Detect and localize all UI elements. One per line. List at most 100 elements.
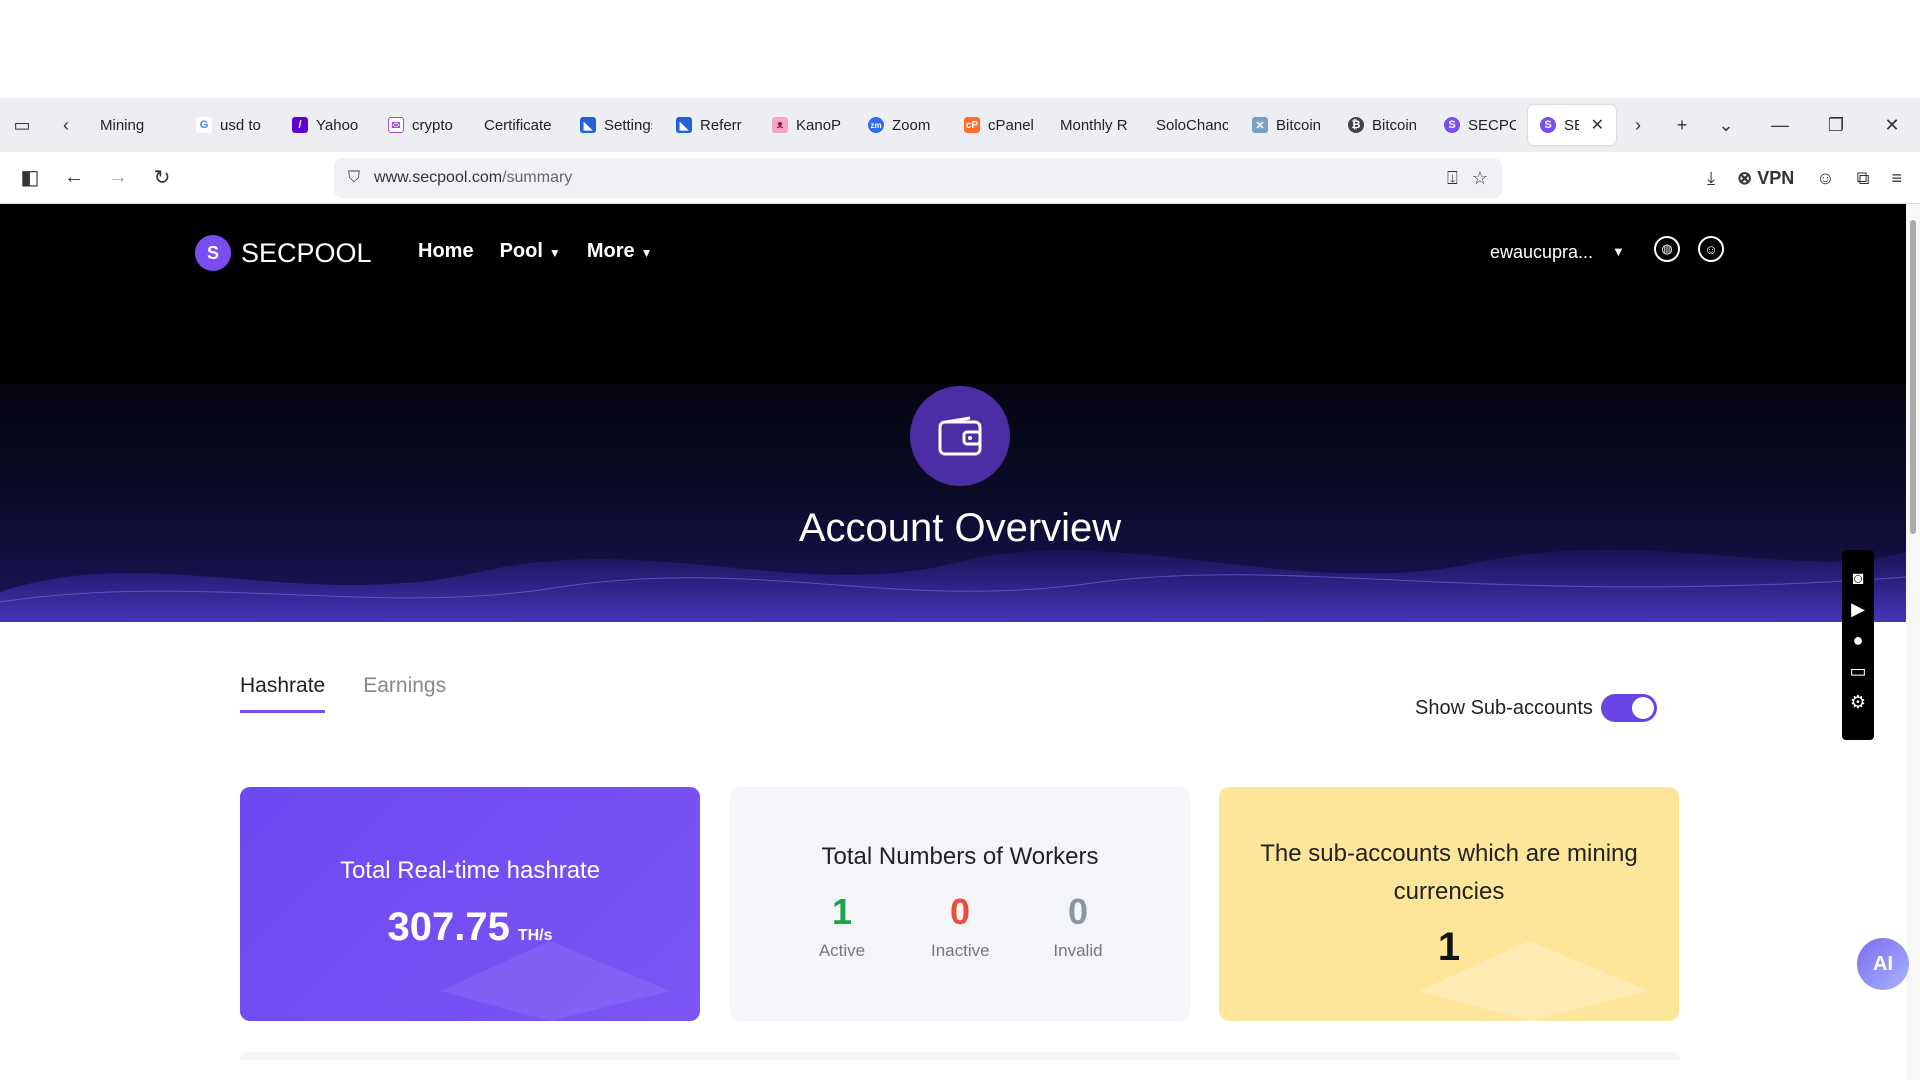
secpool-icon: S [1444,117,1460,133]
browser-tab[interactable]: ᴥ KanoP [760,105,856,145]
caret-down-icon: ▼ [640,246,653,260]
window-icon[interactable]: ▭ [1849,661,1866,682]
browser-tab[interactable]: S SECPC [1432,105,1528,145]
tab-earnings[interactable]: Earnings [363,674,446,713]
browser-tab-label: Bitcoin [1276,116,1322,134]
workers-inactive[interactable]: 0 Inactive [931,891,990,961]
workers-active-label: Active [818,941,866,960]
browser-tab-label: Settings [604,116,652,134]
cat-icon: ᴥ [772,117,788,133]
hashrate-value-row: 307.75 TH/s [240,905,700,950]
sidebar-toggle-icon[interactable]: ◧ [8,156,52,200]
menu-icon[interactable]: ≡ [1891,168,1902,189]
browser-tab[interactable]: SoloChanc [1144,105,1240,145]
tab-list-chevron-icon[interactable]: ⌄ [1704,103,1748,147]
browser-tab[interactable]: G usd to [184,105,280,145]
bookmark-star-icon[interactable]: ☆ [1472,168,1488,189]
tabs-scroll-left-icon[interactable]: ‹ [44,103,88,147]
restore-icon[interactable]: ❐ [1808,98,1864,152]
url-path: /summary [502,169,573,186]
back-icon[interactable]: ← [52,156,96,200]
browser-tab[interactable]: ₿ Bitcoin [1336,105,1432,145]
next-section-edge [240,1052,1680,1060]
browser-tab[interactable]: / Yahoo [280,105,376,145]
workers-title: Total Numbers of Workers [821,843,1099,870]
account-icon[interactable]: ☺ [1698,236,1724,262]
tabs-scroll-right-icon[interactable]: › [1616,103,1660,147]
browser-tab[interactable]: Mining [88,105,184,145]
install-app-icon[interactable]: ⍗ [1447,168,1458,189]
show-subaccounts-toggle[interactable] [1600,694,1657,722]
caret-down-icon: ▼ [548,246,561,260]
bitcoin-icon: ✕ [1252,117,1268,133]
capture-toolbar: ◙ ▶ ● ▭ ⚙ [1842,550,1874,740]
reload-icon[interactable]: ↻ [140,156,184,200]
tab-overview-icon[interactable]: ▭ [0,103,44,147]
microphone-icon[interactable]: ● [1853,630,1864,651]
user-caret-down-icon[interactable]: ▼ [1612,244,1625,259]
browser-tab-label: Bitcoin [1372,116,1418,134]
minimize-icon[interactable]: — [1752,98,1808,152]
subaccounts-value: 1 [1437,925,1461,969]
browser-tab[interactable]: ✕ Bitcoin [1240,105,1336,145]
page-title: Account Overview [798,506,1122,550]
browser-tab[interactable]: ◣ Settings [568,105,664,145]
scrollbar[interactable] [1906,204,1920,1080]
browser-tab-label: KanoP [796,116,842,134]
secpool-icon: S [1540,117,1556,133]
menu-more[interactable]: More ▼ [587,240,653,263]
bitcoin-icon: ₿ [1348,117,1364,133]
logo-text: SECPOOL [241,237,372,268]
workers-invalid[interactable]: 0 Invalid [1049,891,1107,961]
profile-icon[interactable]: ☺ [1816,168,1834,189]
camera-icon[interactable]: ◙ [1853,568,1864,589]
browser-tab[interactable]: ✉ crypto [376,105,472,145]
vpn-button[interactable]: ⊗ VPN [1737,168,1794,189]
top-blank-area [0,0,1920,98]
browser-nav-bar: ◧ ← → ↻ ⛉ www.secpool.com /summary ⍗ ☆ ⤓… [0,152,1920,204]
menu-pool-label: Pool [499,240,543,262]
url-host: www.secpool.com [374,169,503,186]
menu-home[interactable]: Home [418,240,474,263]
close-tab-icon[interactable]: ✕ [1591,115,1604,135]
browser-tab-label: Zoom [892,116,931,134]
browser-tab-label: Yahoo [316,116,359,134]
menu-pool[interactable]: Pool ▼ [500,240,561,263]
browser-tab-label: SEC [1564,116,1579,134]
extensions-icon[interactable]: ⧉ [1857,168,1870,189]
browser-tab-label: Mining [100,116,145,134]
browser-tab-label: usd to [220,116,261,134]
address-bar[interactable]: ⛉ www.secpool.com /summary ⍗ ☆ [334,158,1502,198]
browser-tab[interactable]: cP cPanel [952,105,1048,145]
browser-tab-label: SECPC [1468,116,1516,134]
subaccounts-title: The sub-accounts which are mining curren… [1260,840,1638,905]
language-globe-icon[interactable]: ◍ [1654,236,1680,262]
browser-tab[interactable]: zm Zoom [856,105,952,145]
workers-active-count: 1 [831,891,853,932]
show-subaccounts-label: Show Sub-accounts [1415,696,1593,719]
download-icon[interactable]: ⤓ [1707,168,1715,189]
site-logo[interactable]: S SECPOOL [195,235,372,271]
show-subaccounts: Show Sub-accounts [1415,694,1657,722]
secpool-logo-icon: S [195,235,231,271]
workers-invalid-count: 0 [1067,891,1089,932]
subaccounts-card: The sub-accounts which are mining curren… [1219,787,1679,1021]
close-window-icon[interactable]: ✕ [1864,98,1920,152]
browser-tab[interactable]: Monthly R [1048,105,1144,145]
username[interactable]: ewaucupra... [1490,242,1593,263]
tab-hashrate[interactable]: Hashrate [240,674,326,713]
workers-active[interactable]: 1 Active [813,891,871,961]
wallet-icon [910,386,1010,486]
browser-tab[interactable]: ◣ Referr [664,105,760,145]
new-tab-icon[interactable]: + [1660,103,1704,147]
ai-assistant-button[interactable]: AI [1857,938,1909,990]
video-icon[interactable]: ▶ [1851,599,1865,620]
browser-tab-label: Referr [700,116,742,134]
mail-icon: ✉ [388,117,404,133]
hashrate-card: Total Real-time hashrate 307.75 TH/s [240,787,700,1021]
settings-gear-icon[interactable]: ⚙ [1850,692,1866,713]
browser-tab-active[interactable]: S SEC ✕ [1528,105,1616,145]
forward-icon[interactable]: → [96,156,140,200]
browser-tab[interactable]: Certificate [472,105,568,145]
scrollbar-thumb[interactable] [1910,220,1916,534]
